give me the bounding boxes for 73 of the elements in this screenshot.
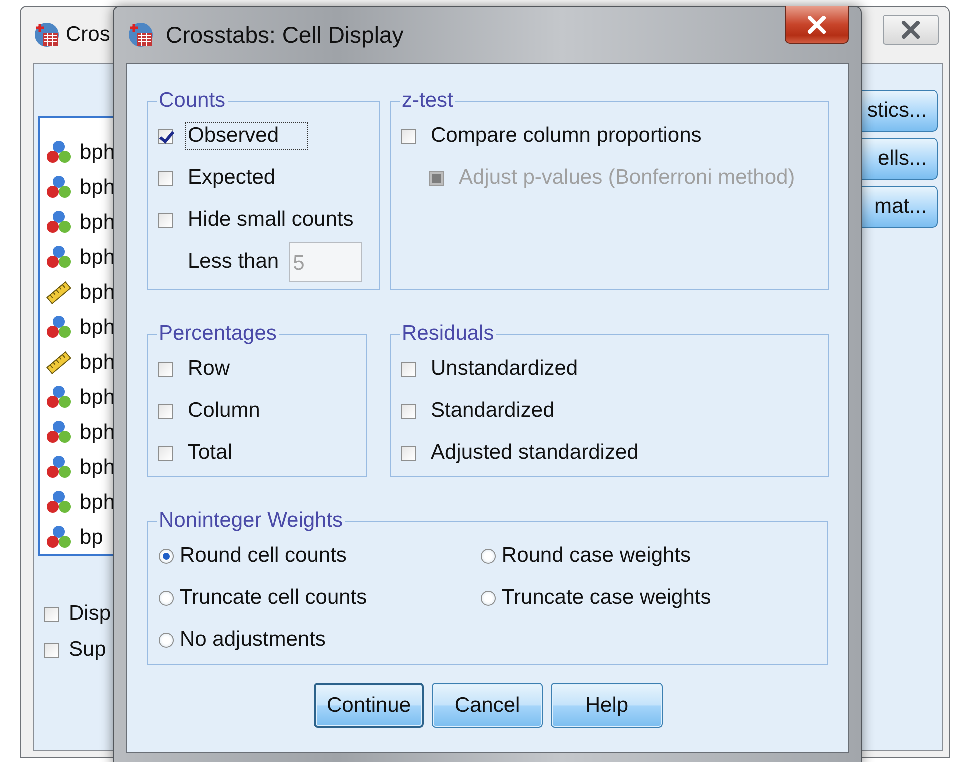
checkbox[interactable] [401,128,416,144]
radio-button[interactable] [480,590,496,606]
three-balls-icon [46,174,72,200]
three-balls-icon [46,490,72,516]
checkbox[interactable] [401,362,416,376]
list-item[interactable]: bph [80,176,116,200]
list-item[interactable]: bph [80,316,116,340]
list-item[interactable]: bph [80,490,116,514]
radio-button[interactable] [480,548,496,564]
three-balls-icon [46,420,72,446]
table-icon [34,22,60,48]
checkbox[interactable] [158,170,173,186]
list-item[interactable]: bph [80,456,116,480]
list-item[interactable]: bph [80,140,116,164]
button[interactable]: Continue [314,683,424,728]
list-item[interactable]: bph [80,210,116,234]
checkbox[interactable] [158,212,173,228]
radio-label[interactable]: No adjustments [180,628,326,652]
checkbox-label[interactable]: Sup [69,638,106,662]
group-title: Noninteger Weights [158,511,344,531]
checkbox-label[interactable]: Column [185,397,264,425]
checkbox-label[interactable]: Standardized [428,397,558,425]
checkbox[interactable] [158,362,173,376]
close-button[interactable] [785,6,849,44]
three-balls-icon [46,210,72,236]
checkbox-label[interactable]: Hide small counts [185,206,357,234]
checkbox[interactable] [44,642,59,658]
close-button[interactable] [883,15,939,45]
three-balls-icon [46,384,72,410]
table-icon [128,22,154,48]
checkbox-label[interactable]: Adjusted standardized [428,439,642,467]
checkbox-label[interactable]: Unstandardized [428,355,582,383]
checkbox[interactable] [401,446,416,460]
group-title: Percentages [158,324,278,344]
checkbox-label[interactable]: Observed [185,122,308,150]
window-title: Cros [66,23,110,47]
group-title: z-test [401,91,454,111]
list-item[interactable]: bph [80,246,116,270]
dialog-title: Crosstabs: Cell Display [166,22,404,48]
checkbox-label[interactable]: Disp [69,602,112,626]
list-item[interactable]: bph [80,386,116,410]
checkbox[interactable] [44,606,59,622]
three-balls-icon [46,524,72,550]
checkbox[interactable] [401,404,416,418]
radio-button[interactable] [159,632,174,648]
three-balls-icon [46,140,72,166]
checkbox[interactable] [158,404,173,418]
three-balls-icon [46,454,72,480]
checkbox-label[interactable]: Row [185,355,234,383]
list-item[interactable]: bph [80,420,116,444]
checkbox[interactable] [158,128,173,144]
checkbox-label[interactable]: Expected [185,164,279,192]
radio-label[interactable]: Round cell counts [180,544,347,568]
close-icon [900,21,922,39]
field-label: Less than [188,250,280,274]
button[interactable]: Help [551,683,663,728]
button[interactable]: Cancel [432,683,543,728]
group-title: Residuals [401,324,496,344]
radio-label[interactable]: Truncate cell counts [180,586,368,610]
checkbox[interactable] [158,446,173,460]
checkbox-label[interactable]: Compare column proportions [428,122,705,150]
radio-button[interactable] [159,590,174,606]
list-item[interactable]: bph [80,280,116,304]
radio-label[interactable]: Truncate case weights [502,586,712,610]
three-balls-icon [46,314,72,340]
radio-button[interactable] [159,548,174,564]
list-item[interactable]: bp [80,526,104,550]
close-icon [806,16,828,34]
group-title: Counts [158,91,227,111]
checkbox-label[interactable]: Total [185,439,236,467]
three-balls-icon [46,244,72,270]
list-item[interactable]: bph [80,350,116,374]
radio-label[interactable]: Round case weights [502,544,692,568]
